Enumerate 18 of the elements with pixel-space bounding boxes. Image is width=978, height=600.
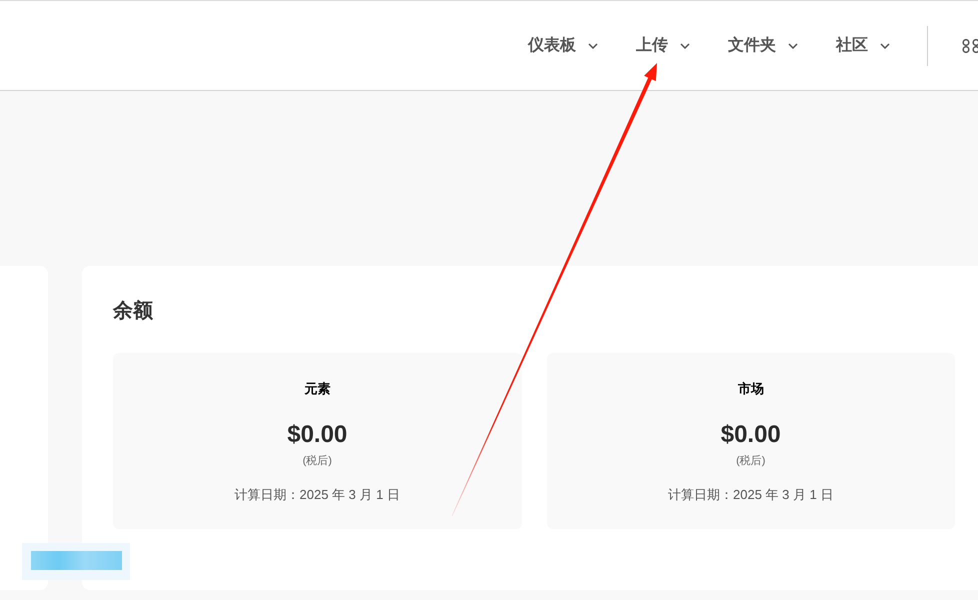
calculation-date: 计算日期：2025 年 3 月 1 日: [668, 487, 834, 503]
balance-amount: $0.00: [720, 421, 781, 449]
dots-grid-icon[interactable]: [962, 38, 978, 52]
nav-dropdown[interactable]: 文件夹: [728, 36, 798, 56]
account-name: 元素: [304, 381, 330, 397]
chevron-down-icon: [588, 42, 598, 48]
chevron-down-icon: [788, 42, 798, 48]
chevron-down-icon: [680, 42, 690, 48]
chevron-down-icon: [880, 42, 890, 48]
nav-dropdown[interactable]: 上传: [636, 36, 690, 56]
nav-dropdown[interactable]: 社区: [836, 36, 890, 56]
nav-dropdown[interactable]: 仪表板: [528, 36, 598, 56]
section-title: 余额: [113, 299, 153, 323]
calculation-date: 计算日期：2025 年 3 月 1 日: [234, 487, 400, 503]
balance-amount: $0.00: [287, 421, 348, 449]
tax-note: (税后): [302, 454, 332, 468]
tax-note: (税后): [736, 454, 766, 468]
account-name: 市场: [738, 381, 764, 397]
